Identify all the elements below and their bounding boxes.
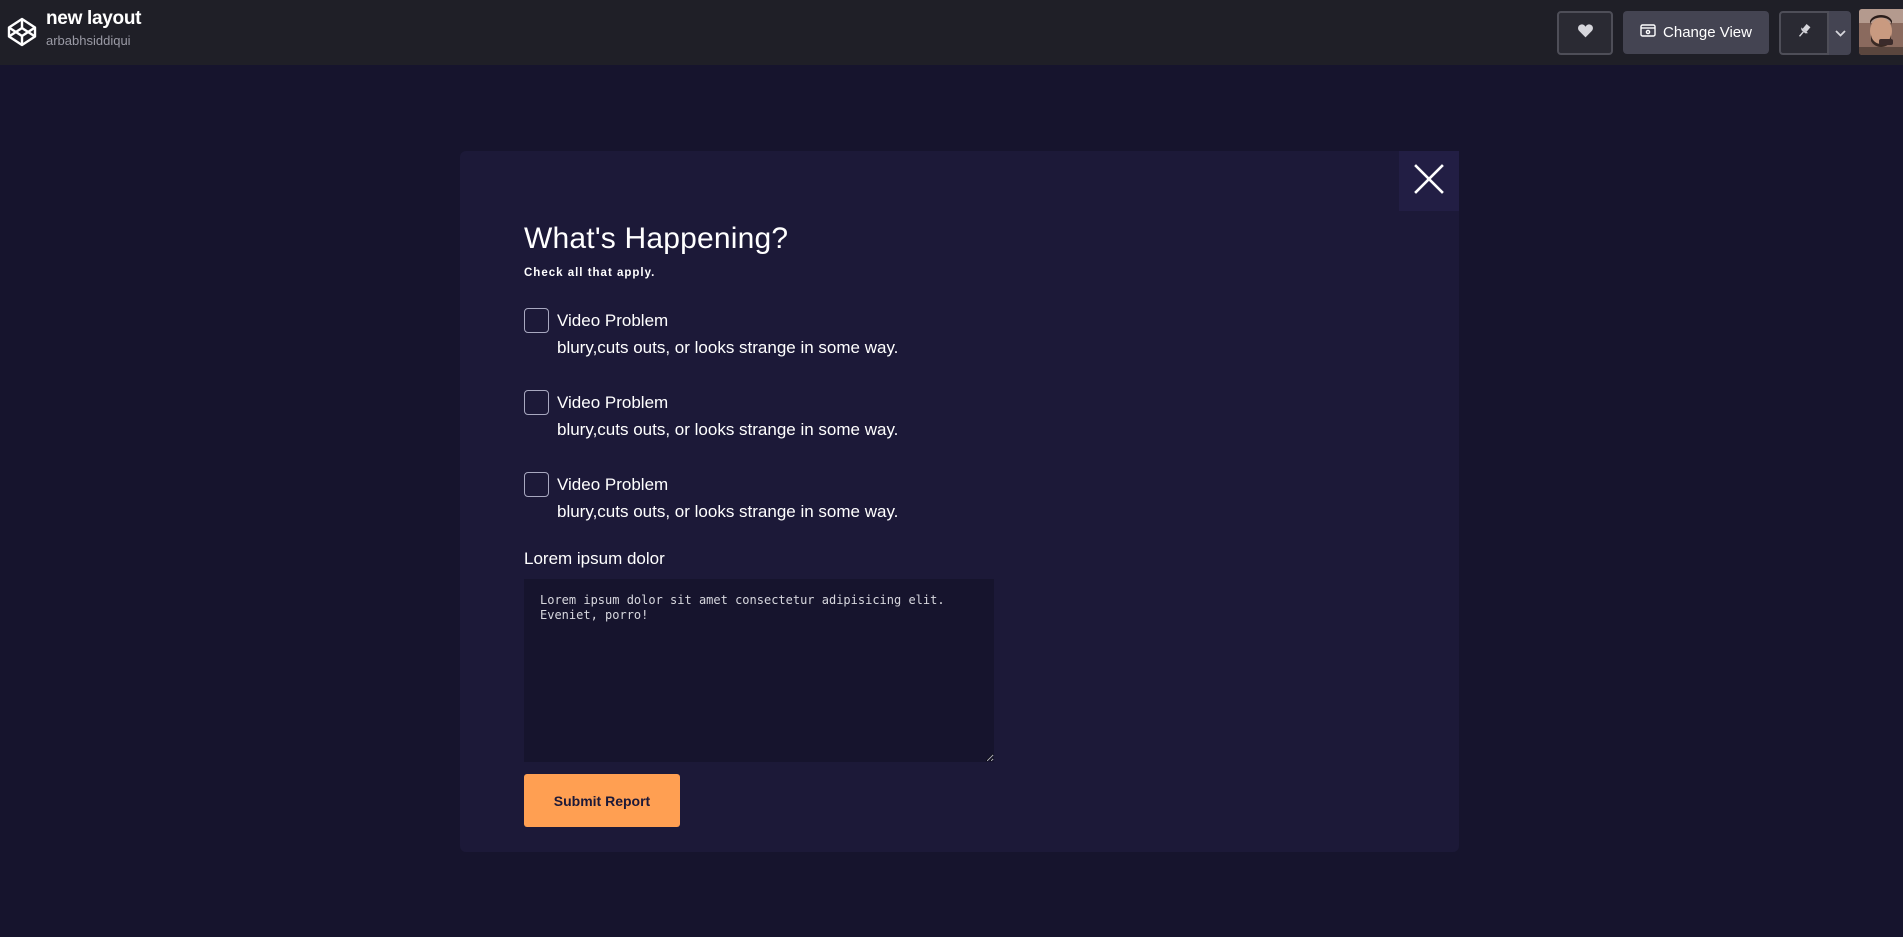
report-modal: What's Happening? Check all that apply. … (460, 151, 1459, 852)
pen-title[interactable]: new layout (46, 9, 141, 28)
pin-button-group (1779, 11, 1851, 55)
option-checkbox[interactable] (524, 472, 549, 497)
option-item: Video Problem blury,cuts outs, or looks … (524, 472, 1224, 554)
modal-subheading: Check all that apply. (524, 267, 656, 279)
close-icon (1414, 163, 1444, 199)
codepen-logo-icon[interactable] (6, 16, 38, 48)
option-item: Video Problem blury,cuts outs, or looks … (524, 308, 1224, 390)
option-label[interactable]: Video Problem (557, 393, 668, 413)
comment-textarea[interactable]: Lorem ipsum dolor sit amet consectetur a… (524, 579, 994, 762)
option-description: blury,cuts outs, or looks strange in som… (557, 338, 899, 357)
change-view-button[interactable]: Change View (1623, 11, 1769, 54)
change-view-label: Change View (1663, 24, 1752, 41)
pin-icon (1796, 23, 1812, 44)
report-form: What's Happening? Check all that apply. … (524, 224, 1224, 827)
option-checkbox[interactable] (524, 308, 549, 333)
submit-report-button[interactable]: Submit Report (524, 774, 680, 827)
option-description: blury,cuts outs, or looks strange in som… (557, 420, 899, 439)
close-button[interactable] (1399, 151, 1459, 211)
pin-button[interactable] (1779, 11, 1829, 55)
pin-menu-button[interactable] (1829, 11, 1851, 55)
pen-title-block: new layout arbabhsiddiqui (46, 9, 141, 47)
user-avatar[interactable] (1859, 9, 1903, 55)
layout-view-icon (1640, 24, 1663, 41)
option-label[interactable]: Video Problem (557, 311, 668, 331)
option-item: Video Problem blury,cuts outs, or looks … (524, 390, 1224, 472)
chevron-down-icon (1834, 24, 1846, 42)
pen-author[interactable]: arbabhsiddiqui (46, 34, 141, 47)
option-description: blury,cuts outs, or looks strange in som… (557, 502, 899, 521)
option-label[interactable]: Video Problem (557, 475, 668, 495)
heart-icon (1577, 23, 1594, 43)
option-checkbox[interactable] (524, 390, 549, 415)
modal-heading: What's Happening? (524, 222, 789, 255)
like-button[interactable] (1557, 11, 1613, 55)
editor-header: new layout arbabhsiddiqui Change View (0, 0, 1903, 65)
